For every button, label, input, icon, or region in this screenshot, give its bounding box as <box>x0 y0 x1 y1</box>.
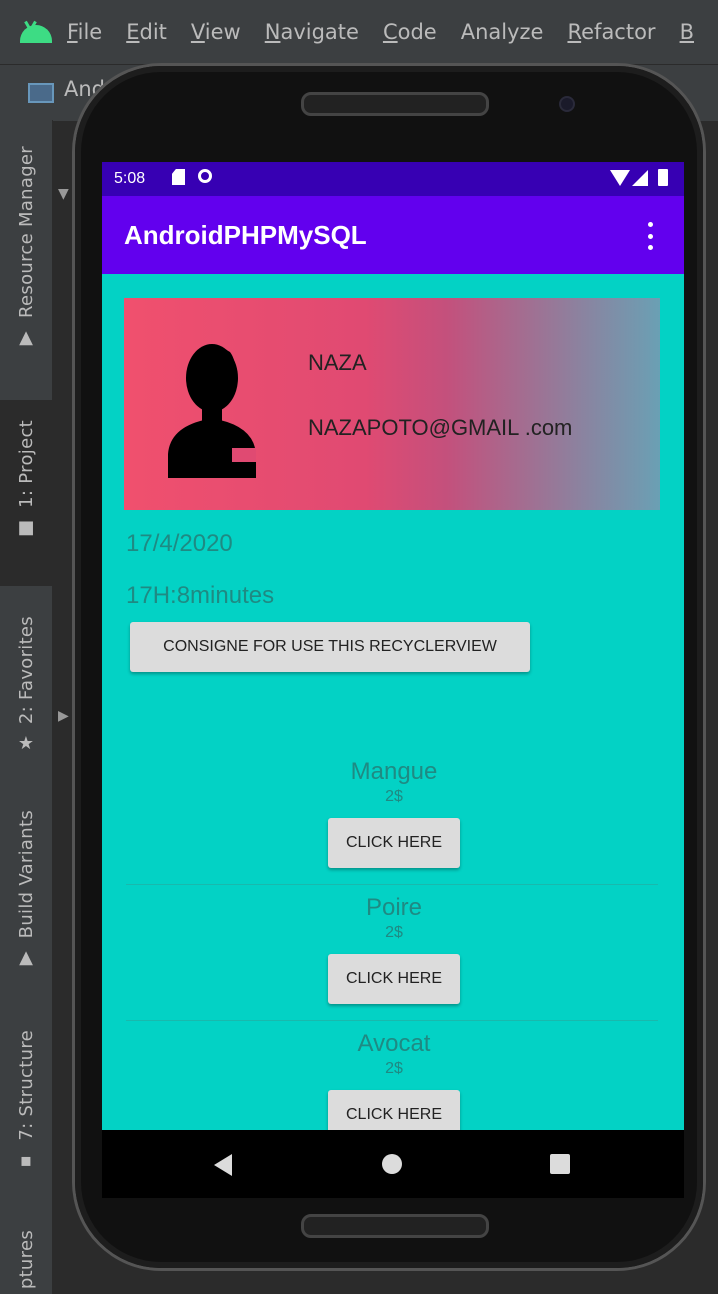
menu-navigate[interactable]: Navigate <box>265 20 359 44</box>
overflow-menu-icon[interactable] <box>646 222 654 250</box>
top-speaker <box>301 92 489 116</box>
tab-favorites[interactable]: 2: Favorites ★ <box>0 616 52 754</box>
status-time: 5:08 <box>114 170 146 187</box>
user-avatar-icon <box>168 344 256 478</box>
click-here-button[interactable]: CLICK HERE <box>328 818 460 868</box>
product-price: 2$ <box>385 788 403 805</box>
resource-manager-icon: ▲ <box>19 326 33 348</box>
battery-icon <box>658 169 668 186</box>
menu-code[interactable]: Code <box>383 20 437 44</box>
menu-build[interactable]: B <box>680 20 694 44</box>
tab-resource-manager[interactable]: Resource Manager ▲ <box>0 146 52 348</box>
tab-structure[interactable]: 7: Structure ▪ <box>0 1030 52 1171</box>
star-icon: ★ <box>17 733 35 755</box>
tab-structure-label: 7: Structure <box>15 1030 37 1141</box>
android-icon: ▲ <box>19 947 33 969</box>
phone-screen: 5:08 AndroidPHPMySQL NAZA NAZAPOTO@GMAIL… <box>102 162 684 1130</box>
structure-icon: ▪ <box>19 1149 33 1171</box>
menu-analyze[interactable]: Analyze <box>461 20 544 44</box>
list-item: Avocat 2$ CLICK HERE <box>126 1030 662 1130</box>
project-window-icon <box>28 83 54 103</box>
time-text: 17H:8minutes <box>126 582 275 609</box>
menu-view[interactable]: View <box>191 20 241 44</box>
app-title: AndroidPHPMySQL <box>124 220 367 250</box>
tab-favorites-label: 2: Favorites <box>15 616 37 725</box>
sync-icon <box>198 169 212 183</box>
menu-edit[interactable]: Edit <box>126 20 167 44</box>
ide-tool-window-strip: Resource Manager ▲ 1: Project ■ 2: Favor… <box>0 120 53 1294</box>
product-price: 2$ <box>385 1060 403 1077</box>
list-divider <box>126 1020 658 1021</box>
home-icon[interactable] <box>382 1154 402 1174</box>
menu-refactor[interactable]: Refactor <box>567 20 655 44</box>
signal-icon <box>632 170 648 186</box>
menu-file[interactable]: File <box>67 20 102 44</box>
profile-name: NAZA <box>308 350 367 375</box>
product-name: Mangue <box>350 758 438 785</box>
sd-card-icon <box>172 169 185 185</box>
tab-build-variants[interactable]: Build Variants ▲ <box>0 810 52 968</box>
tab-project[interactable]: 1: Project ■ <box>0 400 52 586</box>
consigne-button[interactable]: CONSIGNE FOR USE THIS RECYCLERVIEW <box>130 622 530 672</box>
list-item: Poire 2$ CLICK HERE <box>126 894 662 1004</box>
bottom-speaker <box>301 1214 489 1238</box>
front-camera <box>559 96 575 112</box>
app-bar: AndroidPHPMySQL <box>102 196 684 274</box>
tab-project-label: 1: Project <box>15 420 37 508</box>
product-price: 2$ <box>385 924 403 941</box>
click-here-button[interactable]: CLICK HERE <box>328 954 460 1004</box>
profile-email: NAZAPOTO@GMAIL .com <box>308 415 573 440</box>
tab-captures[interactable]: ptures <box>0 1230 52 1289</box>
date-text: 17/4/2020 <box>126 530 233 557</box>
tab-resource-manager-label: Resource Manager <box>15 146 37 318</box>
tab-captures-label: ptures <box>15 1230 37 1290</box>
recent-apps-icon[interactable] <box>550 1154 570 1174</box>
folder-icon: ■ <box>17 516 35 538</box>
product-name: Avocat <box>357 1030 431 1057</box>
profile-card: NAZA NAZAPOTO@GMAIL .com <box>124 298 660 510</box>
back-icon[interactable] <box>214 1154 232 1176</box>
click-here-button[interactable]: CLICK HERE <box>328 1090 460 1130</box>
ide-menu-bar: File Edit View Navigate Code Analyze Ref… <box>0 0 718 64</box>
android-studio-logo-icon <box>20 20 52 43</box>
system-navigation-bar <box>102 1130 684 1198</box>
wifi-icon <box>610 170 630 186</box>
tab-build-variants-label: Build Variants <box>15 810 37 939</box>
tree-expand-arrow-icon[interactable]: ▼ <box>58 186 69 202</box>
tree-collapse-arrow-icon[interactable]: ▶ <box>58 708 69 724</box>
list-item: Mangue 2$ CLICK HERE <box>126 758 662 868</box>
product-name: Poire <box>365 894 423 921</box>
status-bar: 5:08 <box>102 162 684 196</box>
list-divider <box>126 884 658 885</box>
